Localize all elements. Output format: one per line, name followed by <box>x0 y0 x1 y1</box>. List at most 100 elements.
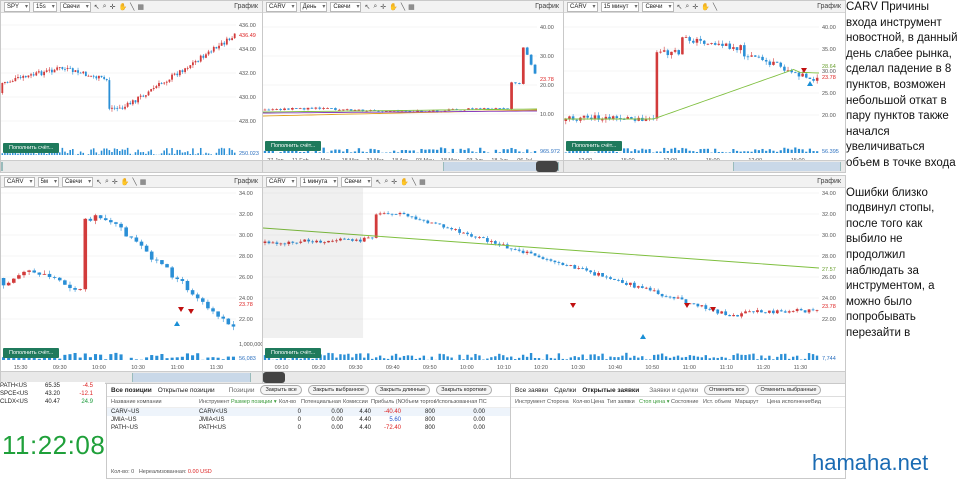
chart-scrollbar[interactable] <box>1 160 262 172</box>
symbol-select[interactable]: SPY <box>4 2 30 12</box>
price-chart[interactable]: 34.0032.0030.0028.0026.0024.0022.0023.78… <box>263 188 845 383</box>
candle <box>581 268 584 269</box>
column-header[interactable]: Цена <box>591 397 607 407</box>
table-row[interactable]: JMIA~US JMIA<US 0 0.00 4.40 5.60 800 0.0… <box>107 416 510 424</box>
column-header[interactable]: Инструмент <box>515 397 547 407</box>
hand-icon[interactable]: ✋ <box>121 178 130 186</box>
hand-icon[interactable]: ✋ <box>118 3 127 11</box>
cancel-selected-button[interactable]: Отменить выбранные <box>755 385 821 395</box>
column-header[interactable]: Объем торгов <box>401 397 435 407</box>
crosshair-icon[interactable]: ✛ <box>380 3 386 11</box>
hand-icon[interactable]: ✋ <box>701 3 710 11</box>
chart-type-select[interactable]: Свечи <box>60 2 91 12</box>
crosshair-icon[interactable]: ✛ <box>110 3 116 11</box>
column-header[interactable]: Вид <box>811 397 825 407</box>
watchlist-row[interactable]: CLDX<US 40.47 24.9 <box>0 398 105 406</box>
fill-account-button[interactable]: Пополнить счёт... <box>265 348 321 358</box>
cursor-icon[interactable]: ↖ <box>364 3 370 11</box>
tab-all-positions[interactable]: Все позиции <box>111 387 152 394</box>
volume-bar <box>383 358 385 360</box>
watchlist-row[interactable]: SPCE<US 43.20 -12.1 <box>0 390 105 398</box>
scrollbar-handle[interactable] <box>536 161 558 172</box>
symbol-select[interactable]: CARV <box>266 177 297 187</box>
chart-scrollbar[interactable] <box>263 371 845 383</box>
cancel-all-button[interactable]: Отменить все <box>704 385 749 395</box>
interval-select[interactable]: 1 минута <box>300 177 339 187</box>
symbol-select[interactable]: CARV <box>4 177 35 187</box>
zoom-icon[interactable]: ⌕ <box>685 3 689 11</box>
scrollbar-handle[interactable] <box>263 372 285 383</box>
close-long-button[interactable]: Закрыть длинные <box>375 385 430 395</box>
line-tool-icon[interactable]: ╲ <box>713 3 717 11</box>
column-header[interactable]: Состояние <box>671 397 703 407</box>
crosshair-icon[interactable]: ✛ <box>391 178 397 186</box>
close-selected-button[interactable]: Закрыть выбранное <box>308 385 369 395</box>
line-tool-icon[interactable]: ╲ <box>130 3 134 11</box>
tab-all-orders[interactable]: Все заявки <box>515 387 548 394</box>
symbol-select[interactable]: CARV <box>567 2 598 12</box>
fill-account-button[interactable]: Пополнить счёт... <box>566 141 622 151</box>
zoom-icon[interactable]: ⌕ <box>373 3 377 11</box>
chart-scrollbar[interactable] <box>263 160 563 172</box>
column-header[interactable]: Комиссии <box>343 397 371 407</box>
close-short-button[interactable]: Закрыть короткие <box>436 385 491 395</box>
chart-type-select[interactable]: Свечи <box>341 177 372 187</box>
scrollbar-thumb[interactable] <box>1 162 3 171</box>
fill-account-button[interactable]: Пополнить счёт... <box>3 143 59 153</box>
interval-select[interactable]: День <box>300 2 328 12</box>
tab-open-orders[interactable]: Открытые заявки <box>582 387 639 394</box>
tab-open-positions[interactable]: Открытые позиции <box>158 387 215 394</box>
column-header[interactable]: Кол-во <box>279 397 301 407</box>
crosshair-icon[interactable]: ✛ <box>692 3 698 11</box>
candle <box>710 43 713 44</box>
table-row[interactable]: CARV~US CARV<US 0 0.00 4.40 -40.40 800 0… <box>107 408 510 416</box>
chart-type-select[interactable]: Свечи <box>330 2 361 12</box>
indicator-icon[interactable]: ▦ <box>419 178 426 186</box>
watchlist-row[interactable]: PATH<US 65.35 -4.5 <box>0 382 105 390</box>
chart-type-select[interactable]: Свечи <box>62 177 93 187</box>
scrollbar-thumb[interactable] <box>132 373 251 382</box>
interval-select[interactable]: 15s <box>33 2 57 12</box>
crosshair-icon[interactable]: ✛ <box>112 178 118 186</box>
indicator-icon[interactable]: ▦ <box>137 3 144 11</box>
interval-select[interactable]: 15 минут <box>601 2 640 12</box>
chart-type-select[interactable]: Свечи <box>642 2 673 12</box>
column-header[interactable]: Размер позиции ▾ <box>231 397 279 407</box>
column-header[interactable]: Инструмент <box>199 397 231 407</box>
column-header[interactable]: Цена исполнения <box>767 397 811 407</box>
fill-account-button[interactable]: Пополнить счёт... <box>3 348 59 358</box>
column-header[interactable]: Тип заявки <box>607 397 639 407</box>
cursor-icon[interactable]: ↖ <box>96 178 102 186</box>
indicator-icon[interactable]: ▦ <box>408 3 415 11</box>
column-header[interactable]: Использованная ПС <box>435 397 495 407</box>
column-header[interactable]: Прибыль (Net) <box>371 397 401 407</box>
column-header[interactable]: Стоп цена ▾ <box>639 397 671 407</box>
cursor-icon[interactable]: ↖ <box>94 3 100 11</box>
line-tool-icon[interactable]: ╲ <box>412 178 416 186</box>
hand-icon[interactable]: ✋ <box>400 178 409 186</box>
line-tool-icon[interactable]: ╲ <box>401 3 405 11</box>
scrollbar-thumb[interactable] <box>733 162 842 171</box>
cursor-icon[interactable]: ↖ <box>677 3 683 11</box>
chart-scrollbar[interactable] <box>564 160 845 172</box>
close-all-button[interactable]: Закрыть все <box>260 385 301 395</box>
column-header[interactable]: Потенциальная <box>301 397 343 407</box>
zoom-icon[interactable]: ⌕ <box>384 178 388 186</box>
candle <box>518 250 521 251</box>
column-header[interactable]: Сторона <box>547 397 573 407</box>
zoom-icon[interactable]: ⌕ <box>103 3 107 11</box>
cursor-icon[interactable]: ↖ <box>375 178 381 186</box>
column-header[interactable]: Название компании <box>111 397 199 407</box>
column-header[interactable]: Маршрут <box>735 397 767 407</box>
tab-trades[interactable]: Сделки <box>554 387 576 394</box>
symbol-select[interactable]: CARV <box>266 2 297 12</box>
column-header[interactable]: Кол-во <box>573 397 591 407</box>
zoom-icon[interactable]: ⌕ <box>105 178 109 186</box>
table-row[interactable]: PATH~US PATH<US 0 0.00 4.40 -72.40 800 0… <box>107 424 510 432</box>
interval-select[interactable]: 5м <box>38 177 59 187</box>
line-tool-icon[interactable]: ╲ <box>133 178 137 186</box>
hand-icon[interactable]: ✋ <box>389 3 398 11</box>
column-header[interactable]: Ист. объем <box>703 397 735 407</box>
indicator-icon[interactable]: ▦ <box>140 178 147 186</box>
fill-account-button[interactable]: Пополнить счёт... <box>265 141 321 151</box>
